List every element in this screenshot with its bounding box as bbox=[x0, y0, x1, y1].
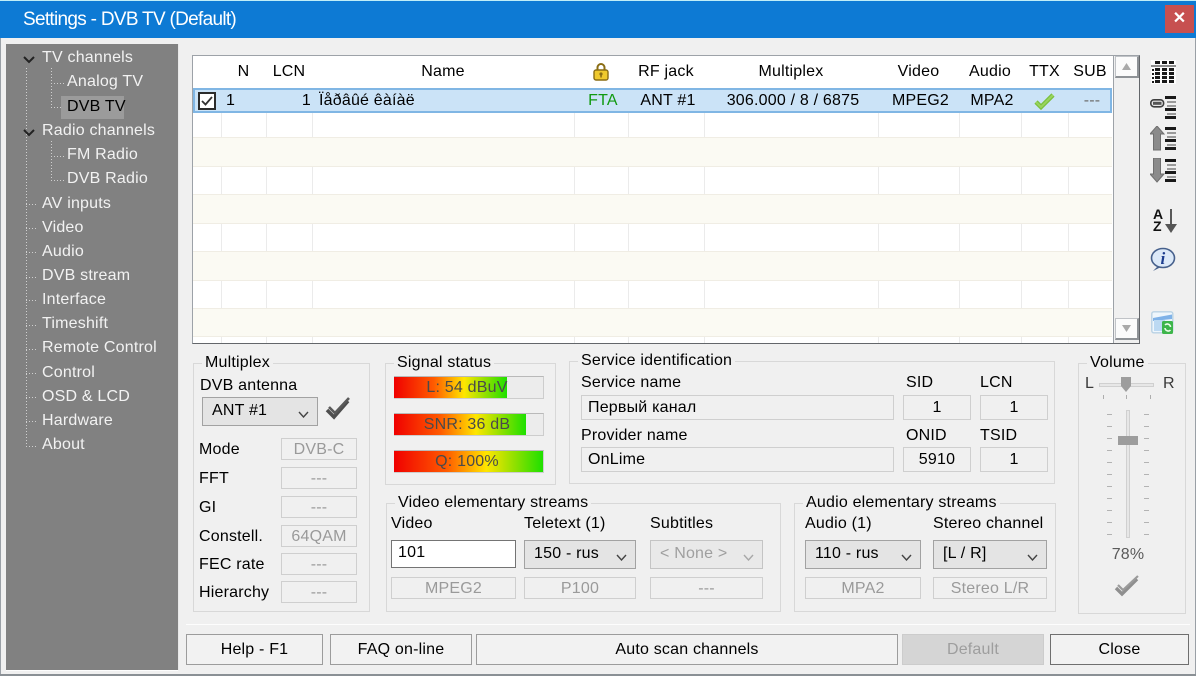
svg-text:i: i bbox=[1161, 249, 1166, 268]
